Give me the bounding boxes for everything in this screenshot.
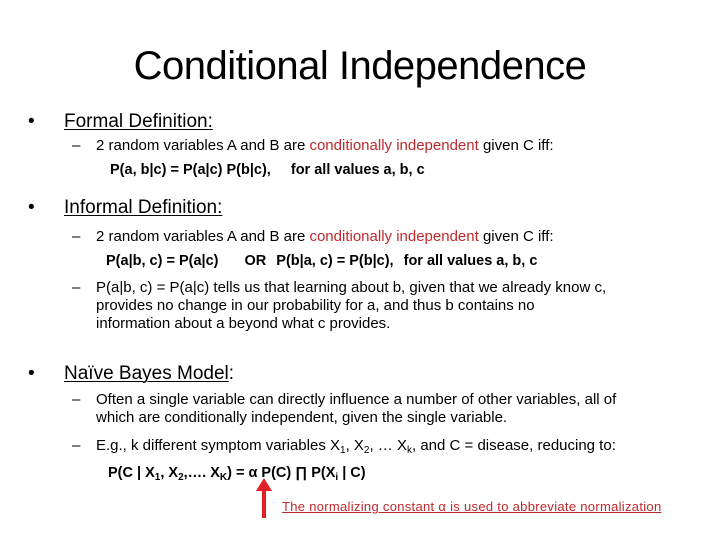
item-text: , and C = disease, reducing to: — [411, 437, 616, 454]
product-symbol: ∏ — [295, 465, 308, 481]
bullet-icon: • — [28, 363, 35, 384]
item-text: , X — [345, 437, 364, 454]
dash-icon: – — [72, 391, 81, 408]
section-heading: Naïve Bayes Model — [64, 363, 229, 384]
section-heading: Formal Definition: — [64, 111, 213, 132]
slide-title: Conditional Independence — [133, 44, 587, 88]
item-text: , … X — [369, 437, 407, 454]
item-line: information about a beyond what c provid… — [96, 315, 391, 332]
item-text: E.g., k different symptom variables X — [96, 437, 340, 454]
item-line: P(a|b, c) = P(a|c) tells us that learnin… — [96, 279, 607, 296]
equation-qualifier: for all values a, b, c — [403, 253, 538, 269]
highlight-text: conditionally independent — [309, 228, 479, 245]
informal-equation: P(a|b, c) = P(a|c) OR P(b|a, c) = P(b|c)… — [106, 252, 537, 270]
formal-equation: P(a, b|c) = P(a|c) P(b|c), for all value… — [110, 161, 425, 179]
dash-icon: – — [72, 228, 81, 245]
item-line: provides no change in our probability fo… — [96, 297, 535, 314]
naive-bayes-formula: P(C | X1, X2,…. XK) = α P(C) ∏ P(Xi | C) — [108, 464, 366, 483]
formula-part: , X — [160, 465, 179, 481]
item-text: 2 random variables A and B are — [96, 228, 310, 245]
or-label: OR — [244, 253, 267, 269]
alpha-symbol: α — [438, 499, 447, 514]
item-text: given C iff: — [478, 228, 554, 245]
item-text: 2 random variables A and B are — [96, 137, 310, 154]
formula-part: ,…. X — [183, 465, 220, 481]
item-text: given C iff: — [478, 137, 554, 154]
section-heading: Informal Definition: — [64, 197, 223, 218]
note-text: The normalizing constant — [282, 499, 439, 514]
equation-b: P(b|a, c) = P(b|c), — [276, 253, 394, 269]
formula-part: P(X — [307, 465, 336, 481]
heading-suffix: : — [228, 363, 235, 384]
item-line: Often a single variable can directly inf… — [96, 391, 617, 408]
equation: P(a, b|c) = P(a|c) P(b|c), — [110, 162, 271, 178]
formula-part: | C) — [338, 465, 366, 481]
up-arrow-icon — [256, 478, 272, 518]
formula-part: P(C | X — [108, 465, 155, 481]
equation-a: P(a|b, c) = P(a|c) — [106, 253, 219, 269]
dash-icon: – — [72, 279, 81, 296]
equation-qualifier: for all values a, b, c — [290, 162, 425, 178]
item-line: which are conditionally independent, giv… — [96, 409, 508, 426]
dash-icon: – — [72, 137, 81, 154]
bullet-icon: • — [28, 111, 35, 132]
normalization-note: The normalizing constant α is used to ab… — [282, 499, 662, 514]
formula-part: ) = — [227, 465, 249, 481]
bullet-icon: • — [28, 197, 35, 218]
dash-icon: – — [72, 437, 81, 454]
highlight-text: conditionally independent — [309, 137, 479, 154]
note-text: is used to abbreviate normalization — [446, 499, 662, 514]
